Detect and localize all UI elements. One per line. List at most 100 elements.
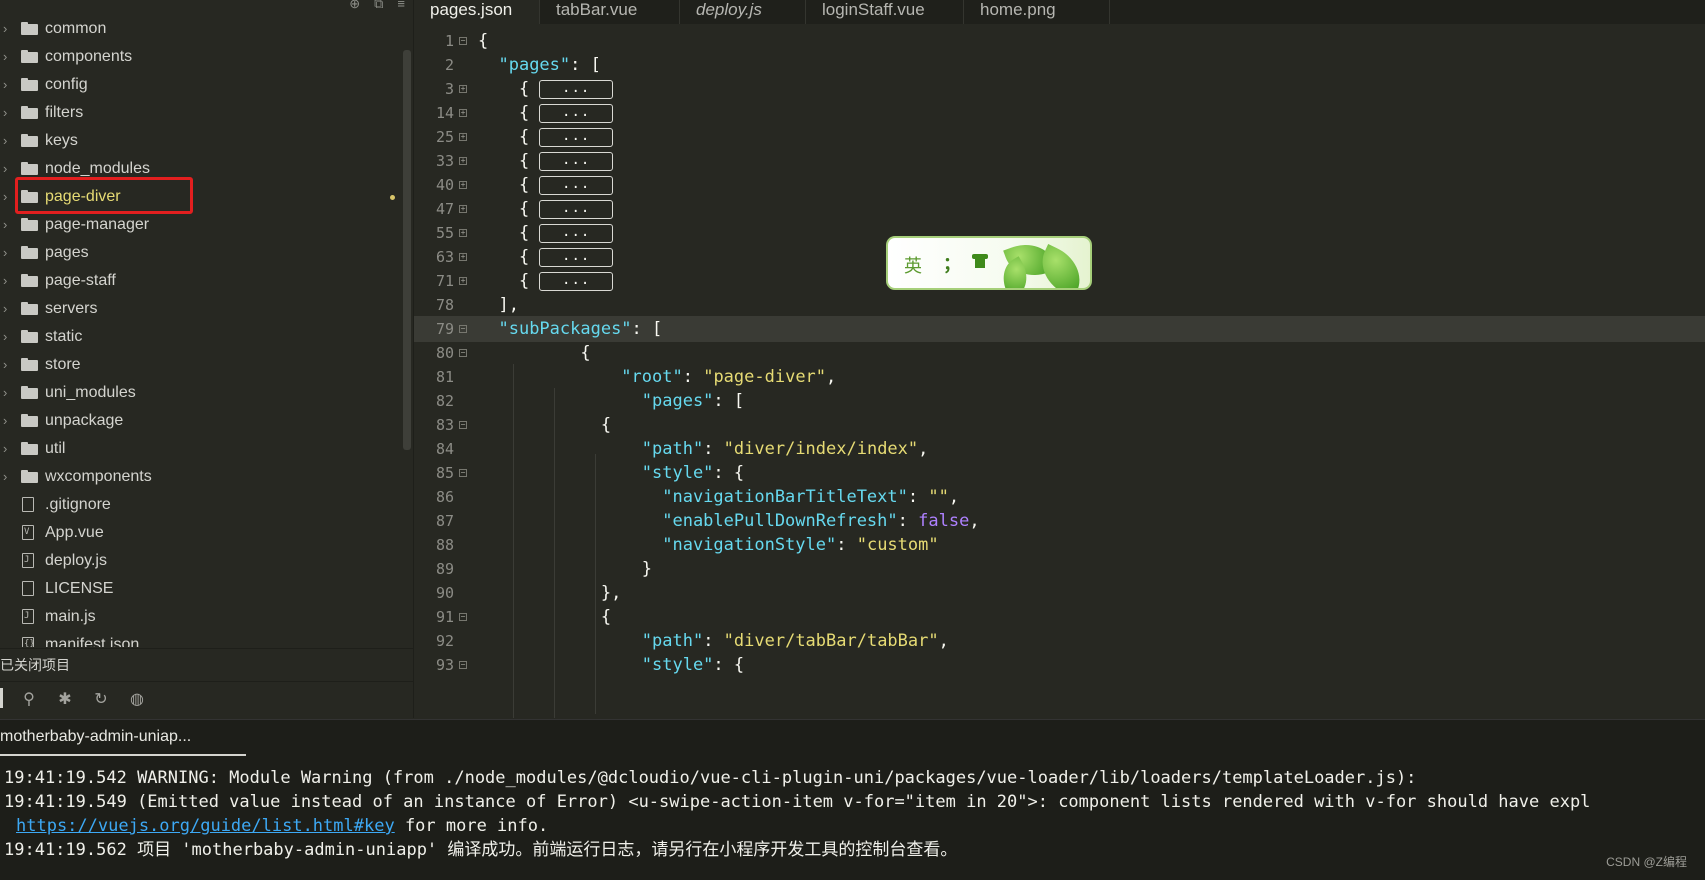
code-line[interactable]: 79− "subPackages": [: [414, 316, 1705, 342]
tree-item-main-js[interactable]: Jmain.js: [0, 603, 398, 631]
chevron-right-icon[interactable]: ›: [3, 155, 15, 183]
code-line[interactable]: 1− {: [414, 28, 1705, 54]
ime-language-toggle[interactable]: 英: [904, 252, 922, 278]
tree-item-page-staff[interactable]: › page-staff: [0, 267, 398, 295]
tree-item-components[interactable]: › components: [0, 43, 398, 71]
code-line[interactable]: 40 + {...: [414, 172, 1705, 198]
collapse-fold-icon[interactable]: −: [459, 421, 467, 429]
chevron-right-icon[interactable]: ›: [3, 127, 15, 155]
code-line[interactable]: 88 "navigationStyle": "custom": [414, 532, 1705, 558]
code-line[interactable]: 87 "enablePullDownRefresh": false,: [414, 508, 1705, 534]
tree-item-util[interactable]: › util: [0, 435, 398, 463]
expand-fold-icon[interactable]: +: [459, 133, 467, 141]
collapse-fold-icon[interactable]: −: [459, 613, 467, 621]
code-line[interactable]: 80− {: [414, 340, 1705, 366]
globe-icon[interactable]: ◍: [126, 689, 148, 709]
collapsed-block-button[interactable]: ...: [539, 151, 614, 171]
tree-item-store[interactable]: › store: [0, 351, 398, 379]
code-line[interactable]: 3 + {...: [414, 76, 1705, 102]
code-line[interactable]: 33 + {...: [414, 148, 1705, 174]
code-line[interactable]: 2 "pages": [: [414, 52, 1705, 78]
collapse-fold-icon[interactable]: −: [459, 37, 467, 45]
menu-icon[interactable]: ≡: [397, 0, 405, 12]
closed-projects-section[interactable]: 已关闭项目: [0, 648, 413, 681]
ime-punctuation-toggle[interactable]: ；: [943, 250, 961, 276]
tab-tabbar-vue[interactable]: tabBar.vue: [540, 0, 680, 24]
tree-item-uni-modules[interactable]: › uni_modules: [0, 379, 398, 407]
code-line[interactable]: 93− "style": {: [414, 652, 1705, 678]
code-line[interactable]: 92 "path": "diver/tabBar/tabBar",: [414, 628, 1705, 654]
code-editor[interactable]: 1−{2 "pages": [3 + {... 14 + {... 25 + {... 33…: [414, 24, 1705, 718]
tree-item-static[interactable]: › static: [0, 323, 398, 351]
tree-item-keys[interactable]: › keys: [0, 127, 398, 155]
chevron-right-icon[interactable]: ›: [3, 267, 15, 295]
expand-fold-icon[interactable]: +: [459, 205, 467, 213]
chevron-right-icon[interactable]: ›: [3, 351, 15, 379]
chevron-right-icon[interactable]: ›: [3, 295, 15, 323]
tab-loginstaff-vue[interactable]: loginStaff.vue: [806, 0, 964, 24]
collapsed-block-button[interactable]: ...: [539, 175, 614, 195]
chevron-right-icon[interactable]: ›: [3, 99, 15, 127]
chevron-right-icon[interactable]: ›: [3, 183, 15, 211]
expand-fold-icon[interactable]: +: [459, 277, 467, 285]
code-line[interactable]: 84 "path": "diver/index/index",: [414, 436, 1705, 462]
code-line[interactable]: 82 "pages": [: [414, 388, 1705, 414]
chevron-right-icon[interactable]: ›: [3, 211, 15, 239]
collapse-fold-icon[interactable]: −: [459, 661, 467, 669]
chevron-right-icon[interactable]: ›: [3, 15, 15, 43]
expand-fold-icon[interactable]: +: [459, 229, 467, 237]
expand-fold-icon[interactable]: +: [459, 253, 467, 261]
code-line[interactable]: 25 + {...: [414, 124, 1705, 150]
sidebar-scrollbar[interactable]: [403, 50, 411, 450]
tree-item-manifest-json[interactable]: {} manifest.json: [0, 631, 398, 647]
tree-item-license[interactable]: LICENSE: [0, 575, 398, 603]
ime-status-bar[interactable]: 英 ；: [886, 236, 1092, 290]
shirt-icon[interactable]: [972, 254, 988, 268]
bug-icon[interactable]: ✱: [54, 689, 76, 709]
collapse-fold-icon[interactable]: −: [459, 325, 467, 333]
refresh-icon[interactable]: ↻: [90, 689, 112, 709]
tree-item-wxcomponents[interactable]: › wxcomponents: [0, 463, 398, 491]
code-line[interactable]: 89 }: [414, 556, 1705, 582]
collapsed-block-button[interactable]: ...: [539, 271, 614, 291]
chevron-right-icon[interactable]: ›: [3, 239, 15, 267]
chevron-right-icon[interactable]: ›: [3, 407, 15, 435]
expand-fold-icon[interactable]: +: [459, 85, 467, 93]
code-line[interactable]: 85− "style": {: [414, 460, 1705, 486]
collapsed-block-button[interactable]: ...: [539, 223, 614, 243]
tree-item-pages[interactable]: › pages: [0, 239, 398, 267]
tree-item-page-manager[interactable]: › page-manager: [0, 211, 398, 239]
console-tab[interactable]: motherbaby-admin-uniap...: [0, 720, 246, 756]
collapsed-block-button[interactable]: ...: [539, 79, 614, 99]
tree-item-unpackage[interactable]: › unpackage: [0, 407, 398, 435]
code-line[interactable]: 14 + {...: [414, 100, 1705, 126]
code-line[interactable]: 91− {: [414, 604, 1705, 630]
chevron-right-icon[interactable]: ›: [3, 379, 15, 407]
chevron-right-icon[interactable]: ›: [3, 43, 15, 71]
collapsed-block-button[interactable]: ...: [539, 127, 614, 147]
collapse-all-icon[interactable]: ⧉: [374, 0, 383, 12]
tab-home-png[interactable]: home.png: [964, 0, 1110, 24]
code-line[interactable]: 81 "root": "page-diver",: [414, 364, 1705, 390]
tree-item-common[interactable]: › common: [0, 15, 398, 43]
code-line[interactable]: 47 + {...: [414, 196, 1705, 222]
expand-fold-icon[interactable]: +: [459, 157, 467, 165]
tree-item-servers[interactable]: › servers: [0, 295, 398, 323]
collapsed-block-button[interactable]: ...: [539, 103, 614, 123]
tree-item-gitignore[interactable]: .gitignore: [0, 491, 398, 519]
expand-fold-icon[interactable]: +: [459, 109, 467, 117]
code-line[interactable]: 90 },: [414, 580, 1705, 606]
expand-fold-icon[interactable]: +: [459, 181, 467, 189]
binoculars-icon[interactable]: ⚲: [18, 689, 40, 709]
tab-deploy-js[interactable]: deploy.js: [680, 0, 806, 24]
tree-item-deploy-js[interactable]: Jdeploy.js: [0, 547, 398, 575]
vue-docs-link[interactable]: https://vuejs.org/guide/list.html#key: [16, 816, 395, 836]
collapse-fold-icon[interactable]: −: [459, 469, 467, 477]
code-line[interactable]: 86 "navigationBarTitleText": "",: [414, 484, 1705, 510]
code-line[interactable]: 83− {: [414, 412, 1705, 438]
collapsed-block-button[interactable]: ...: [539, 199, 614, 219]
tree-item-filters[interactable]: › filters: [0, 99, 398, 127]
chevron-right-icon[interactable]: ›: [3, 71, 15, 99]
chevron-right-icon[interactable]: ›: [3, 323, 15, 351]
chevron-right-icon[interactable]: ›: [3, 435, 15, 463]
